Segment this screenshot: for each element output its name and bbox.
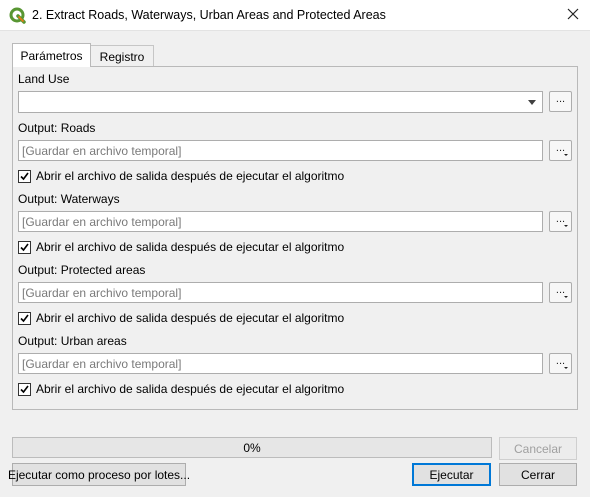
output-waterways-browse-button[interactable]: ... <box>549 211 572 232</box>
chevron-down-icon <box>528 100 536 105</box>
checkbox-checked-icon <box>18 382 31 396</box>
output-roads-label: Output: Roads <box>18 121 96 135</box>
window-title: 2. Extract Roads, Waterways, Urban Areas… <box>32 8 386 22</box>
tab-registro[interactable]: Registro <box>90 45 154 67</box>
close-icon <box>567 8 579 23</box>
output-protected-areas-browse-button[interactable]: ... <box>549 282 572 303</box>
checkbox-checked-icon <box>18 169 31 183</box>
close-dialog-button[interactable]: Cerrar <box>499 463 577 486</box>
checkbox-label: Abrir el archivo de salida después de ej… <box>36 240 345 254</box>
output-waterways-field[interactable]: [Guardar en archivo temporal] <box>18 211 543 232</box>
run-button[interactable]: Ejecutar <box>412 463 491 486</box>
land-use-combobox[interactable] <box>18 91 543 113</box>
checkbox-label: Abrir el archivo de salida después de ej… <box>36 169 345 183</box>
output-urban-areas-browse-button[interactable]: ... <box>549 353 572 374</box>
title-bar: 2. Extract Roads, Waterways, Urban Areas… <box>0 0 590 31</box>
qgis-logo-icon <box>9 7 26 24</box>
output-waterways-open-checkbox[interactable]: Abrir el archivo de salida después de ej… <box>18 239 344 255</box>
output-urban-areas-open-checkbox[interactable]: Abrir el archivo de salida después de ej… <box>18 381 344 397</box>
output-roads-field[interactable]: [Guardar en archivo temporal] <box>18 140 543 161</box>
cancel-button[interactable]: Cancelar <box>499 437 577 460</box>
output-protected-areas-field[interactable]: [Guardar en archivo temporal] <box>18 282 543 303</box>
checkbox-checked-icon <box>18 311 31 325</box>
parameters-panel: Land Use ... Output: Roads [Guardar en a… <box>12 66 578 410</box>
output-roads-open-checkbox[interactable]: Abrir el archivo de salida después de ej… <box>18 168 344 184</box>
land-use-label: Land Use <box>18 72 70 86</box>
progress-bar: 0% <box>12 437 492 458</box>
checkbox-checked-icon <box>18 240 31 254</box>
output-protected-areas-label: Output: Protected areas <box>18 263 146 277</box>
batch-process-button[interactable]: Ejecutar como proceso por lotes... <box>8 463 190 486</box>
checkbox-label: Abrir el archivo de salida después de ej… <box>36 311 345 325</box>
output-waterways-label: Output: Waterways <box>18 192 120 206</box>
output-roads-browse-button[interactable]: ... <box>549 140 572 161</box>
output-urban-areas-field[interactable]: [Guardar en archivo temporal] <box>18 353 543 374</box>
progress-text: 0% <box>243 440 261 455</box>
output-urban-areas-label: Output: Urban areas <box>18 334 127 348</box>
tab-parametros[interactable]: Parámetros <box>12 43 91 67</box>
output-protected-areas-open-checkbox[interactable]: Abrir el archivo de salida después de ej… <box>18 310 344 326</box>
parameters-scroll-area: Land Use ... Output: Roads [Guardar en a… <box>13 67 577 409</box>
close-button[interactable] <box>556 0 590 31</box>
checkbox-label: Abrir el archivo de salida después de ej… <box>36 382 345 396</box>
land-use-browse-button[interactable]: ... <box>549 91 572 112</box>
